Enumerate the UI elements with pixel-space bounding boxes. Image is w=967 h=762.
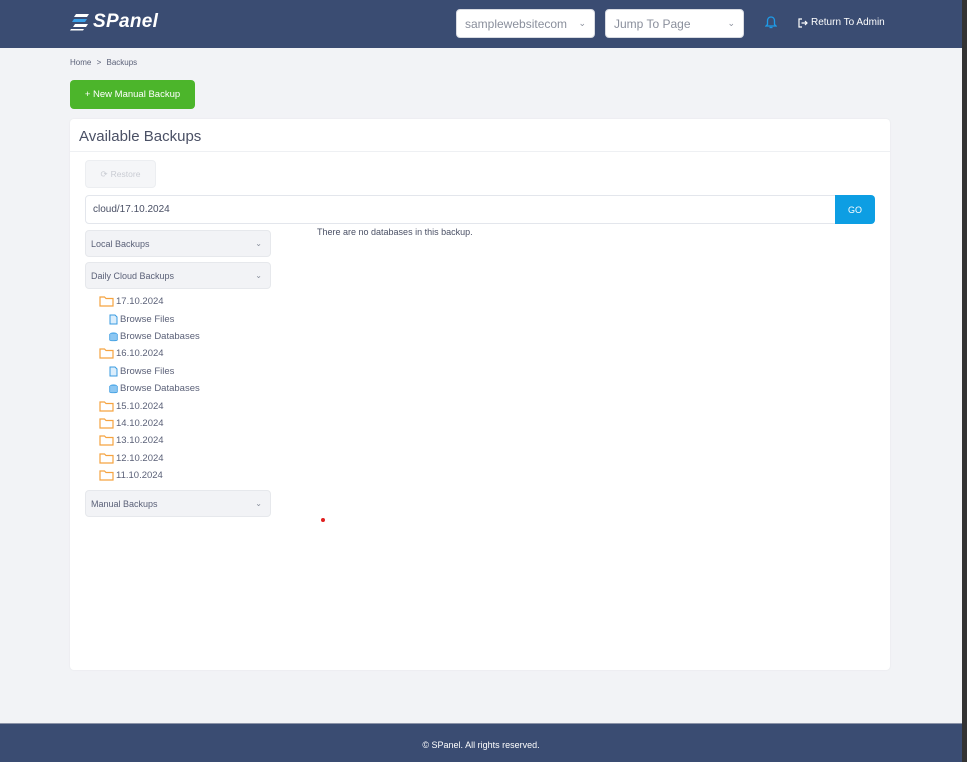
card-divider — [70, 151, 890, 152]
backup-folder-item[interactable]: 12.10.2024 — [99, 453, 164, 464]
manual-backups-accordion[interactable]: Manual Backups ⌄ — [85, 490, 271, 517]
copyright-text: © SPanel. All rights reserved. — [422, 740, 540, 750]
restore-button[interactable]: ⟳ Restore — [85, 160, 156, 188]
daily-cloud-backups-label: Daily Cloud Backups — [91, 271, 175, 281]
folder-icon — [99, 401, 114, 412]
restore-label: Restore — [110, 169, 141, 179]
database-icon — [109, 331, 118, 341]
card-title: Available Backups — [79, 128, 202, 145]
browse-databases-link[interactable]: Browse Databases — [109, 383, 200, 394]
brand-logo[interactable]: SPanel — [70, 11, 158, 33]
jump-to-page-placeholder: Jump To Page — [614, 17, 691, 31]
folder-icon — [99, 470, 114, 481]
folder-icon — [99, 418, 114, 429]
backup-folder-item[interactable]: 17.10.2024 — [99, 296, 164, 307]
backup-folder-item[interactable]: 11.10.2024 — [99, 470, 163, 481]
breadcrumb: Home > Backups — [70, 58, 137, 67]
page: SPanel samplewebsitecom ⌄ Jump To Page ⌄… — [0, 0, 962, 762]
backup-folder-date: 11.10.2024 — [116, 470, 163, 481]
browse-files-label: Browse Files — [120, 366, 175, 377]
breadcrumb-separator: > — [96, 58, 102, 67]
jump-to-page-select[interactable]: Jump To Page ⌄ — [605, 9, 744, 38]
local-backups-label: Local Backups — [91, 239, 150, 249]
sign-out-icon — [798, 17, 808, 28]
return-to-admin-label: Return To Admin — [811, 17, 885, 28]
window-edge-scrollbar — [962, 0, 967, 762]
backup-folder-date: 17.10.2024 — [116, 296, 164, 307]
folder-icon — [99, 348, 114, 359]
notifications-button[interactable] — [764, 16, 778, 34]
website-select[interactable]: samplewebsitecom ⌄ — [456, 9, 595, 38]
go-button[interactable]: GO — [835, 195, 875, 224]
browse-files-link[interactable]: Browse Files — [109, 366, 174, 377]
local-backups-accordion[interactable]: Local Backups ⌄ — [85, 230, 271, 257]
available-backups-card: Available Backups ⟳ Restore cloud/17.10.… — [70, 119, 890, 670]
folder-icon — [99, 435, 114, 446]
file-icon — [109, 314, 118, 325]
chevron-down-icon: ⌄ — [727, 18, 735, 28]
browse-databases-label: Browse Databases — [120, 331, 200, 342]
refresh-icon: ⟳ — [100, 168, 108, 179]
browse-databases-label: Browse Databases — [120, 383, 200, 394]
folder-icon — [99, 296, 114, 307]
top-navbar: SPanel samplewebsitecom ⌄ Jump To Page ⌄… — [0, 0, 962, 48]
return-to-admin-link[interactable]: Return To Admin — [798, 17, 885, 28]
brand-name: SPanel — [93, 11, 159, 32]
backup-folder-item[interactable]: 15.10.2024 — [99, 401, 164, 412]
chevron-down-icon: ⌄ — [255, 239, 262, 248]
browse-files-label: Browse Files — [120, 314, 175, 325]
backup-folder-date: 15.10.2024 — [116, 401, 164, 412]
backup-folder-item[interactable]: 16.10.2024 — [99, 348, 164, 359]
empty-databases-message: There are no databases in this backup. — [317, 227, 473, 237]
chevron-down-icon: ⌄ — [255, 499, 262, 508]
breadcrumb-home[interactable]: Home — [70, 58, 91, 67]
file-icon — [109, 366, 118, 377]
browse-databases-link[interactable]: Browse Databases — [109, 331, 200, 342]
backup-folder-date: 12.10.2024 — [116, 453, 164, 464]
backup-folder-date: 14.10.2024 — [116, 418, 164, 429]
chevron-down-icon: ⌄ — [578, 18, 586, 28]
daily-cloud-backups-accordion[interactable]: Daily Cloud Backups ⌄ — [85, 262, 271, 289]
website-select-value: samplewebsitecom — [465, 17, 568, 31]
new-manual-backup-button[interactable]: + New Manual Backup — [70, 80, 195, 109]
folder-icon — [99, 453, 114, 464]
backup-folder-date: 16.10.2024 — [116, 348, 164, 359]
breadcrumb-current: Backups — [106, 58, 138, 67]
manual-backups-label: Manual Backups — [91, 499, 158, 509]
database-icon — [109, 383, 118, 393]
footer: © SPanel. All rights reserved. — [0, 723, 962, 762]
bell-icon — [764, 16, 778, 29]
backup-folder-item[interactable]: 13.10.2024 — [99, 435, 164, 446]
cursor-marker — [321, 518, 325, 522]
backup-folder-item[interactable]: 14.10.2024 — [99, 418, 164, 429]
browse-files-link[interactable]: Browse Files — [109, 314, 174, 325]
spanel-logo-icon — [70, 14, 89, 31]
backup-folder-date: 13.10.2024 — [116, 435, 164, 446]
backup-path-input[interactable]: cloud/17.10.2024 — [85, 195, 836, 224]
chevron-down-icon: ⌄ — [255, 271, 262, 280]
